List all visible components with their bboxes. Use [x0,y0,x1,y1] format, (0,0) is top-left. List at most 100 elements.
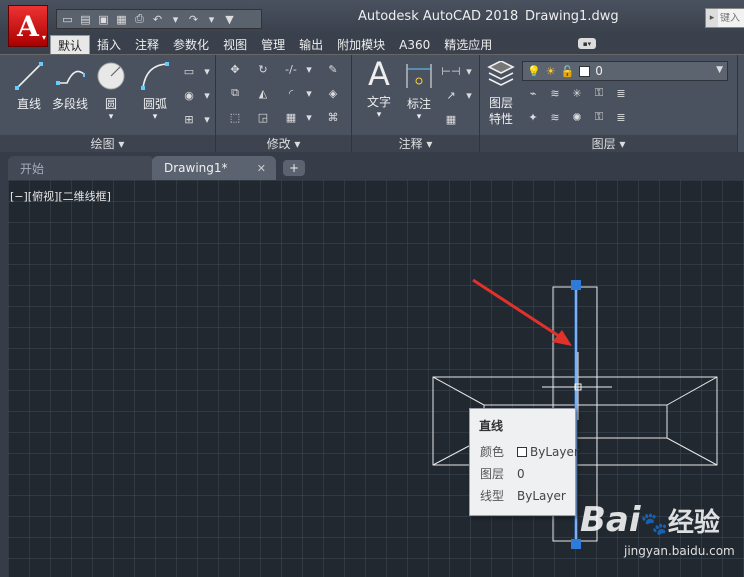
chevron-down-icon: ▾ [152,112,158,122]
tab-output[interactable]: 输出 [292,35,330,54]
chevron-down-icon[interactable]: ▾ [300,85,318,101]
scale-icon[interactable]: ◲ [254,109,272,125]
layer-isolate-icon[interactable]: ≋ [546,85,564,101]
document-title: Drawing1.dwg [525,9,619,24]
tab-featured-apps[interactable]: 精选应用 [437,35,499,54]
tab-default[interactable]: 默认 [50,35,91,54]
layer-on-icon[interactable]: ✦ [524,109,542,125]
tab-drawing1[interactable]: Drawing1* ✕ [152,156,276,180]
text-icon: A [368,55,390,93]
ribbon-panel: 直线 多段线 圆 ▾ 圆弧 ▾ ▭ ▾ ◉ ▾ ⊞ ▾ 绘图 ▾ ✥ ↻ -/-… [0,54,744,153]
dimension-icon [404,61,434,91]
trim-icon[interactable]: -/- [282,61,300,77]
layer-freeze-icon[interactable]: ✳ [568,85,586,101]
chevron-down-icon[interactable]: ▾ [198,63,216,79]
rotate-icon[interactable]: ↻ [254,61,272,77]
tab-view[interactable]: 视图 [216,35,254,54]
array-icon[interactable]: ▦ [282,109,300,125]
draw-group-title[interactable]: 绘图 ▾ [0,135,215,153]
search-box[interactable]: ▸ [705,8,744,28]
application-menu-button[interactable]: A ▾ [8,5,48,47]
text-button[interactable]: A 文字 ▾ [364,55,394,120]
new-tab-button[interactable]: + [283,160,305,176]
layer-make-current-icon[interactable]: ≣ [612,85,630,101]
polyline-button[interactable]: 多段线 [52,61,88,112]
offset-icon[interactable]: ⌘ [324,109,342,125]
search-expand-icon[interactable]: ▸ [706,9,718,27]
chevron-down-icon[interactable]: ▾ [300,61,318,77]
save-icon[interactable]: ▣ [96,12,111,26]
tab-addins[interactable]: 附加模块 [330,35,392,54]
redo-icon[interactable]: ↷ [186,12,201,26]
new-file-icon[interactable]: ▭ [60,12,75,26]
tab-a360[interactable]: A360 [392,35,437,54]
viewport-controls[interactable]: [−][俯视][二维线框] [10,188,111,204]
layer-unlock-icon[interactable]: ⚿ [590,109,608,125]
chevron-down-icon[interactable]: ▾ [460,63,478,79]
layer-properties-button[interactable]: 图层 特性 [486,61,516,127]
tab-insert[interactable]: 插入 [90,35,128,54]
region-icon[interactable]: ⊞ [180,111,198,127]
search-input[interactable] [718,12,744,24]
mirror-icon[interactable]: ◭ [254,85,272,101]
layer-unisolate-icon[interactable]: ≋ [546,109,564,125]
undo-icon[interactable]: ↶ [150,12,165,26]
quick-access-toolbar: ▭ ▤ ▣ ▦ ⎙ ↶ ▾ ↷ ▾ ▼ [56,9,262,29]
layer-off-icon[interactable]: ⌁ [524,85,542,101]
undo-dropdown-icon[interactable]: ▾ [168,12,183,26]
tab-start[interactable]: 开始 [8,156,154,180]
circle-button[interactable]: 圆 ▾ [96,61,126,122]
layer-thaw-icon[interactable]: ✺ [568,109,586,125]
tooltip-row-linetype: 线型 ByLayer [480,488,566,504]
hatch-icon[interactable]: ◉ [180,87,198,103]
chevron-down-icon[interactable]: ▾ [198,111,216,127]
layer-lock-icon[interactable]: ⚿ [590,85,608,101]
stretch-icon[interactable]: ⬚ [226,109,244,125]
table-icon[interactable]: ▦ [442,111,460,127]
tooltip-row-color: 颜色 ByLayer [480,444,579,460]
circle-icon [96,61,126,91]
layer-match-icon[interactable]: ≣ [612,109,630,125]
redo-dropdown-icon[interactable]: ▾ [204,12,219,26]
modify-group-title[interactable]: 修改 ▾ [216,135,351,153]
title-bar: ▭ ▤ ▣ ▦ ⎙ ↶ ▾ ↷ ▾ ▼ Autodesk AutoCAD 201… [0,0,744,34]
erase-icon[interactable]: ✎ [324,61,342,77]
tab-annotate[interactable]: 注释 [128,35,166,54]
annotation-group: A 文字 ▾ 标注 ▾ ⊢⊣ ▾ ↗ ▾ ▦ 注释 ▾ [352,55,480,153]
leader-icon[interactable]: ↗ [442,87,460,103]
chevron-down-icon: ▾ [376,110,382,120]
tooltip-row-layer: 图层 0 [480,466,525,482]
chevron-down-icon[interactable]: ▾ [460,87,478,103]
dimension-button[interactable]: 标注 ▾ [404,61,434,122]
chevron-down-icon[interactable]: ▾ [198,87,216,103]
draw-group: 直线 多段线 圆 ▾ 圆弧 ▾ ▭ ▾ ◉ ▾ ⊞ ▾ 绘图 ▾ [0,55,216,153]
ribbon-tabs: 默认 插入 注释 参数化 视图 管理 输出 附加模块 A360 精选应用 [50,34,499,54]
ribbon-minimize-button[interactable]: ▪▾ [578,38,596,49]
customize-toolbar-icon[interactable]: ▼ [222,12,237,26]
annotation-group-title[interactable]: 注释 ▾ [352,135,479,153]
save-as-icon[interactable]: ▦ [114,12,129,26]
baidu-watermark: Bai🐾经验 jingyan.baidu.com [580,500,735,558]
document-tab-bar: 开始 Drawing1* ✕ + [0,152,744,180]
line-icon [14,61,44,91]
move-icon[interactable]: ✥ [226,61,244,77]
tab-parametric[interactable]: 参数化 [166,35,216,54]
chevron-down-icon[interactable]: ▾ [300,109,318,125]
print-icon[interactable]: ⎙ [132,12,147,26]
fillet-icon[interactable]: ◜ [282,85,300,101]
layers-group-title[interactable]: 图层 ▾ [480,135,737,153]
explode-icon[interactable]: ◈ [324,85,342,101]
rectangle-icon[interactable]: ▭ [180,63,198,79]
copy-icon[interactable]: ⧉ [226,85,244,101]
tab-manage[interactable]: 管理 [254,35,292,54]
sun-icon: ☀ [545,64,556,78]
arc-button[interactable]: 圆弧 ▾ [140,61,170,122]
linear-dimension-icon[interactable]: ⊢⊣ [441,63,460,79]
arc-icon [140,61,170,91]
current-layer-dropdown[interactable]: 💡 ☀ 🔓 0 ▼ [522,61,728,81]
line-button[interactable]: 直线 [14,61,44,112]
open-folder-icon[interactable]: ▤ [78,12,93,26]
object-tooltip: 直线 颜色 ByLayer 图层 0 线型 ByLayer [469,408,579,516]
close-icon[interactable]: ✕ [257,162,266,175]
color-swatch [517,446,527,457]
